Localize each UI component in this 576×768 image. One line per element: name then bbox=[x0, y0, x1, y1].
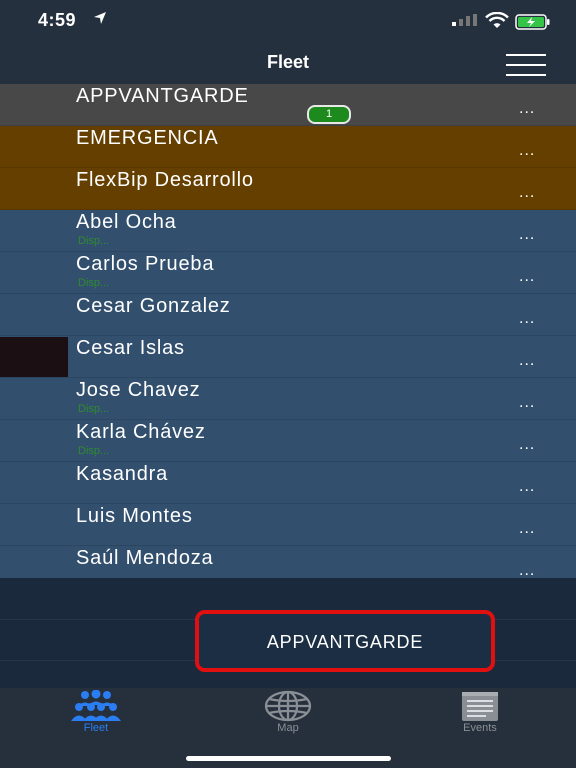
current-group-label: APPVANTGARDE bbox=[266, 632, 424, 652]
vehicle-row[interactable]: Cesar Gonzalez ... bbox=[0, 294, 576, 336]
status-time: 4:59 bbox=[38, 10, 77, 30]
more-options-button[interactable]: ... bbox=[519, 478, 535, 496]
more-options-button[interactable]: ... bbox=[519, 310, 535, 328]
vehicle-row[interactable]: Abel Ocha Disp... ... bbox=[0, 210, 576, 252]
page-title: Fleet bbox=[266, 52, 309, 72]
tab-map[interactable]: Map bbox=[192, 688, 384, 748]
wifi-icon bbox=[485, 12, 509, 28]
more-options-button[interactable]: ... bbox=[519, 226, 535, 244]
home-indicator bbox=[186, 756, 391, 761]
tab-label: Events bbox=[463, 722, 497, 734]
group-row-emergencia[interactable]: EMERGENCIA ... bbox=[0, 126, 576, 168]
vehicle-name: Saúl Mendoza bbox=[76, 547, 214, 569]
more-options-button[interactable]: ... bbox=[519, 268, 535, 286]
vehicle-name: Abel Ocha bbox=[76, 211, 177, 233]
count-badge: 1 bbox=[307, 105, 351, 124]
status-bar: 4:59 bbox=[0, 0, 576, 44]
row-label: APPVANTGARDE bbox=[76, 85, 249, 107]
vehicle-row[interactable]: Luis Montes ... bbox=[0, 504, 576, 546]
vehicle-name: Kasandra bbox=[76, 463, 169, 485]
tab-events[interactable]: Events bbox=[384, 688, 576, 748]
more-options-button[interactable]: ... bbox=[519, 142, 535, 160]
vehicle-row[interactable]: Jose Chavez Disp... ... bbox=[0, 378, 576, 420]
battery-charging-icon bbox=[515, 14, 550, 30]
vehicle-status: Disp... bbox=[78, 445, 110, 457]
more-options-button[interactable]: ... bbox=[519, 184, 535, 202]
current-group-button[interactable]: APPVANTGARDE bbox=[195, 610, 495, 672]
vehicle-row[interactable]: Carlos Prueba Disp... ... bbox=[0, 252, 576, 294]
vehicle-name: Jose Chavez bbox=[76, 379, 201, 401]
hamburger-menu-icon[interactable] bbox=[506, 54, 546, 76]
tab-label: Map bbox=[277, 722, 299, 734]
vehicle-name: Cesar Gonzalez bbox=[76, 295, 231, 317]
more-options-button[interactable]: ... bbox=[519, 436, 535, 454]
people-icon bbox=[71, 690, 121, 721]
row-label: EMERGENCIA bbox=[76, 127, 219, 149]
tab-label: Fleet bbox=[83, 722, 109, 734]
tab-fleet[interactable]: Fleet bbox=[0, 688, 192, 748]
vehicle-status: Disp... bbox=[78, 235, 110, 247]
row-label: FlexBip Desarrollo bbox=[76, 169, 254, 191]
vehicle-thumbnail bbox=[0, 337, 68, 377]
vehicle-row[interactable]: Karla Chávez Disp... ... bbox=[0, 420, 576, 462]
vehicle-name: Karla Chávez bbox=[76, 421, 206, 443]
vehicle-status: Disp... bbox=[78, 403, 110, 415]
vehicle-name: Carlos Prueba bbox=[76, 253, 215, 275]
more-options-button[interactable]: ... bbox=[519, 520, 535, 538]
vehicle-row[interactable]: Cesar Islas ... bbox=[0, 336, 576, 378]
location-arrow-icon bbox=[94, 12, 106, 24]
fleet-list: APPVANTGARDE 1 ... EMERGENCIA ... FlexBi… bbox=[0, 84, 576, 588]
notepad-icon bbox=[462, 692, 498, 721]
vehicle-status: Disp... bbox=[78, 277, 110, 289]
vehicle-row[interactable]: Kasandra ... bbox=[0, 462, 576, 504]
globe-icon bbox=[264, 690, 312, 722]
more-options-button[interactable]: ... bbox=[519, 394, 535, 412]
more-options-button[interactable]: ... bbox=[519, 100, 535, 118]
vehicle-name: Cesar Islas bbox=[76, 337, 185, 359]
more-options-button[interactable]: ... bbox=[519, 352, 535, 370]
cellular-signal-icon bbox=[452, 14, 477, 26]
group-row-flexbip-desarrollo[interactable]: FlexBip Desarrollo ... bbox=[0, 168, 576, 210]
vehicle-name: Luis Montes bbox=[76, 505, 193, 527]
nav-bar: Fleet bbox=[0, 44, 576, 84]
group-row-appvantgarde[interactable]: APPVANTGARDE 1 ... bbox=[0, 84, 576, 126]
